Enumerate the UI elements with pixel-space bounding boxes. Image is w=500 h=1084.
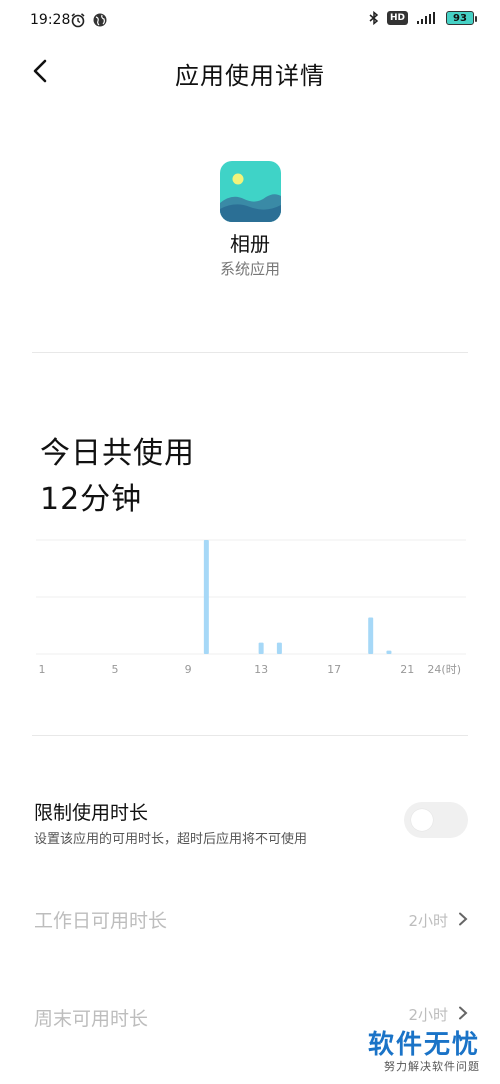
chart-tick-label: 21 xyxy=(400,663,414,676)
battery-indicator: 93 xyxy=(446,11,477,25)
usage-chart: 1 5 9 13 17 21 24(时) xyxy=(36,539,466,676)
chart-tick-label: 9 xyxy=(185,663,192,676)
globe-icon xyxy=(93,13,107,27)
bluetooth-icon xyxy=(369,11,379,25)
weekday-limit-value[interactable]: 2小时 xyxy=(408,910,448,931)
divider xyxy=(32,735,468,736)
page-title: 应用使用详情 xyxy=(175,62,325,90)
chevron-right-icon[interactable] xyxy=(456,1006,470,1020)
chevron-right-icon[interactable] xyxy=(456,912,470,926)
watermark-subtitle: 努力解决软件问题 xyxy=(384,1060,480,1073)
usage-label: 今日共使用 xyxy=(40,436,195,471)
toggle-knob xyxy=(411,809,433,831)
weekday-limit-label[interactable]: 工作日可用时长 xyxy=(34,906,167,933)
divider xyxy=(32,352,468,353)
hd-badge: HD xyxy=(386,11,408,25)
limit-title: 限制使用时长 xyxy=(34,802,149,824)
signal-icon xyxy=(417,12,435,24)
chart-bar xyxy=(386,650,392,654)
chart-tick-label: 24(时) xyxy=(427,663,461,676)
limit-description: 设置该应用的可用时长，超时后应用将不可使用 xyxy=(34,832,308,847)
chart-tick-label: 13 xyxy=(254,663,268,676)
chart-bar xyxy=(203,540,209,654)
app-subtitle: 系统应用 xyxy=(219,260,280,278)
status-time: 19:28 xyxy=(30,12,71,28)
limit-toggle[interactable] xyxy=(404,802,468,838)
chart-tick-label: 1 xyxy=(39,663,46,676)
chart-tick-label: 5 xyxy=(112,663,119,676)
usage-value: 12分钟 xyxy=(40,482,143,517)
chart-bar xyxy=(258,642,264,654)
chart-bar xyxy=(368,617,374,654)
alarm-icon xyxy=(71,13,85,28)
chart-tick-label: 17 xyxy=(327,663,341,676)
weekend-limit-label[interactable]: 周末可用时长 xyxy=(34,1004,148,1031)
watermark-logo: 软件无忧 xyxy=(367,1030,480,1060)
chart-bar xyxy=(276,642,282,654)
weekend-limit-value[interactable]: 2小时 xyxy=(408,1004,448,1025)
gallery-icon xyxy=(220,161,281,222)
app-name: 相册 xyxy=(230,232,270,256)
